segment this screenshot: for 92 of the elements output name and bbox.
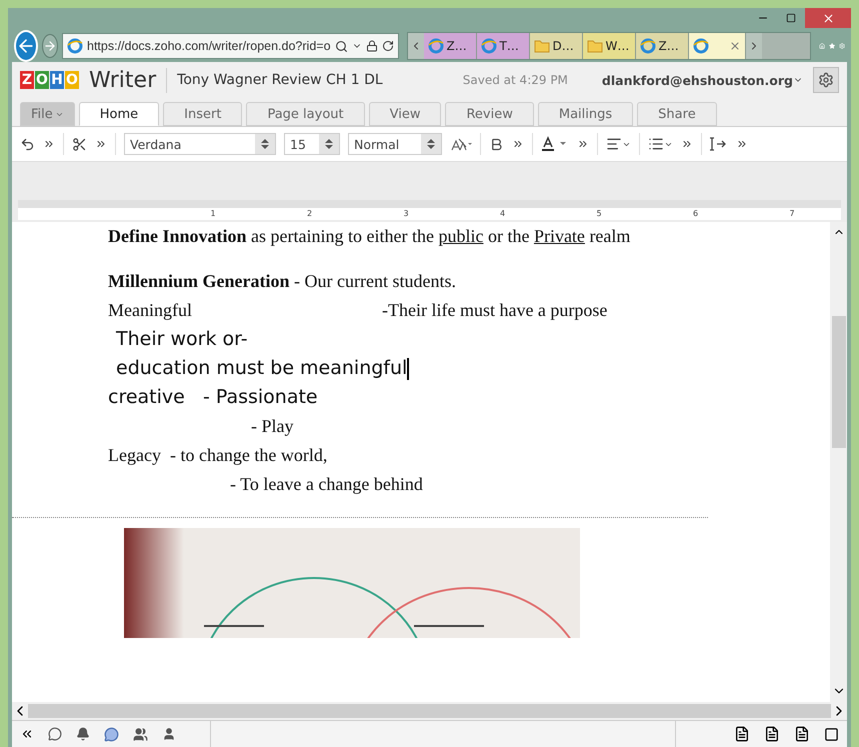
browser-tab[interactable]: Z… (636, 33, 689, 59)
browser-tab[interactable] (688, 33, 746, 59)
font-size-select[interactable]: 15 (284, 133, 340, 155)
more-icon[interactable] (736, 138, 748, 150)
ruler-number: 3 (404, 209, 409, 218)
refresh-icon[interactable] (382, 40, 394, 52)
print-view-icon[interactable] (764, 726, 780, 742)
document-paragraph: Their work or- (115, 327, 249, 352)
address-bar[interactable]: https://docs.zoho.com/writer/ropen.do?rid=o (62, 33, 399, 59)
maximize-icon (786, 13, 796, 23)
ruler-number: 5 (596, 209, 602, 218)
chat-icon[interactable] (104, 726, 119, 742)
ribbon-tab[interactable]: Mailings (538, 102, 634, 126)
bell-icon[interactable] (76, 727, 90, 741)
url-text: https://docs.zoho.com/writer/ropen.do?rid=o (87, 39, 331, 53)
cut-icon[interactable] (72, 136, 87, 152)
lock-icon (366, 40, 378, 52)
tab-title: T… (500, 39, 519, 53)
back-button[interactable] (14, 30, 38, 62)
group-icon[interactable] (133, 726, 148, 742)
folder-icon (586, 39, 603, 53)
more-icon[interactable] (681, 138, 693, 150)
browser-icon (692, 38, 709, 54)
spinner-arrows-icon[interactable] (325, 138, 333, 150)
ruler-number: 6 (693, 209, 698, 218)
ribbon-tab[interactable]: Insert (163, 102, 242, 126)
close-icon (822, 12, 834, 24)
more-icon[interactable] (95, 138, 107, 150)
document-paragraph: Millennium Generation - Our current students. (108, 270, 457, 293)
user-menu[interactable]: dlankford@ehshouston.org (602, 72, 803, 88)
browser-icon (67, 38, 83, 54)
search-icon[interactable] (334, 40, 348, 52)
tab-scroll-left-icon[interactable] (408, 33, 424, 59)
app-name: Writer (89, 68, 168, 92)
user-icon[interactable] (162, 727, 176, 741)
fullscreen-icon[interactable] (824, 726, 839, 742)
ribbon-tab[interactable]: View (368, 102, 442, 126)
ruler-number: 1 (210, 209, 216, 218)
settings-icon (818, 72, 834, 88)
tab-title: Z… (658, 39, 679, 53)
ribbon-tab[interactable]: Page layout (246, 102, 365, 126)
ribbon-tab[interactable]: Home (78, 102, 160, 126)
tab-title: Z… (446, 39, 467, 53)
page-view-icon[interactable] (734, 726, 750, 742)
ruler-number: 4 (500, 209, 506, 218)
save-status: Saved at 4:29 PM (462, 73, 568, 87)
ribbon-tab[interactable]: Review (445, 102, 534, 126)
tab-title: D… (552, 39, 574, 53)
folder-icon (534, 39, 550, 53)
document-paragraph: - To leave a change behind (229, 473, 424, 496)
ribbon-tab[interactable]: Share (637, 102, 717, 126)
browser-tab[interactable]: T… (476, 33, 530, 59)
clear-format-icon[interactable] (450, 137, 472, 151)
more-icon[interactable] (43, 138, 55, 150)
more-icon[interactable] (512, 138, 524, 150)
document-paragraph: - Play (250, 415, 294, 438)
spinner-arrows-icon[interactable] (261, 138, 269, 150)
browser-tab[interactable]: Z… (424, 33, 477, 59)
style-select[interactable]: Normal (348, 133, 442, 155)
close-button[interactable] (805, 8, 851, 28)
forward-arrow-icon (43, 39, 57, 53)
scrollbar-thumb[interactable] (832, 316, 846, 448)
tab-title: W… (606, 39, 630, 53)
undo-icon[interactable] (20, 136, 35, 152)
document-paragraph: Legacy - to change the world, (108, 444, 328, 467)
indent-icon[interactable] (710, 137, 728, 151)
scrollbar-thumb[interactable] (28, 704, 831, 718)
document-paragraph: creative - Passionate (108, 385, 319, 410)
more-icon[interactable] (577, 138, 589, 150)
settings-button[interactable] (813, 67, 839, 93)
list-icon[interactable] (648, 136, 673, 152)
forward-button[interactable] (42, 34, 58, 58)
font-color-icon[interactable] (541, 136, 569, 152)
browser-tab[interactable]: D… (530, 33, 583, 59)
browser-icon (428, 38, 444, 54)
spinner-arrows-icon[interactable] (427, 138, 435, 150)
font-select[interactable]: Verdana (124, 133, 276, 155)
ruler-number: 7 (790, 209, 795, 218)
tab-scroll-right-icon[interactable] (746, 33, 762, 59)
browser-icon (480, 38, 497, 54)
document-paragraph: education must be meaningful (115, 356, 410, 382)
close-tab-icon[interactable] (728, 40, 741, 52)
browser-tab[interactable]: W… (582, 33, 636, 59)
align-icon[interactable] (606, 136, 631, 152)
document-title: Tony Wagner Review CH 1 DL (177, 72, 383, 88)
ruler-number: 2 (307, 209, 312, 218)
document-paragraph: Define Innovation as pertaining to either the public or the Private realm (108, 225, 632, 248)
zoho-logo: Z O H O (20, 71, 79, 89)
document-paragraph: Meaningful -Their life must have a purpose (108, 299, 608, 322)
browser-icon (640, 38, 656, 54)
bold-icon[interactable] (489, 136, 504, 152)
web-view-icon[interactable] (794, 726, 810, 742)
